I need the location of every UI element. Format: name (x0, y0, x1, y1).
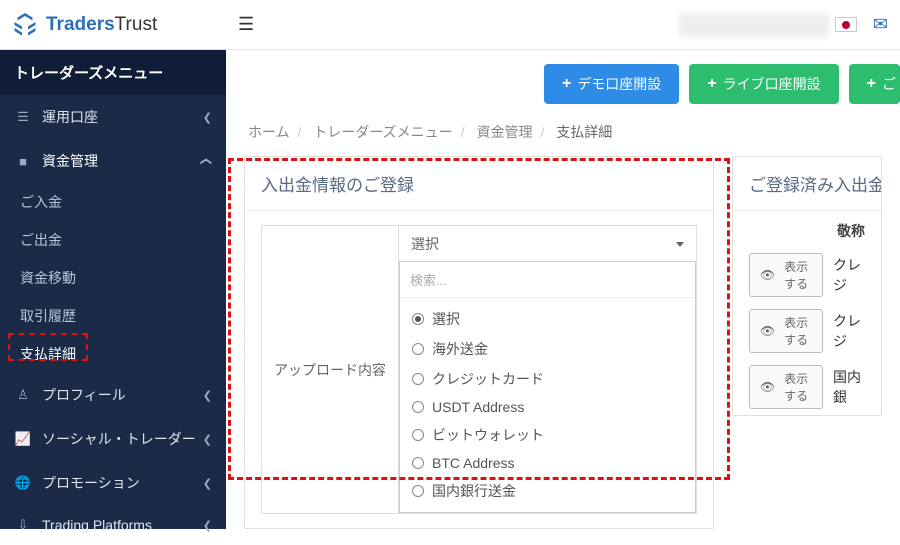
option-credit[interactable]: クレジットカード (410, 364, 685, 394)
sidebar-item-label: ソーシャル・トレーダー (42, 429, 196, 449)
user-name-blurred[interactable] (679, 13, 829, 37)
registered-row: 👁表示する クレジ (733, 247, 881, 303)
chevron-left-icon: ❮ (203, 519, 212, 532)
mail-icon[interactable]: ✉ (873, 14, 888, 35)
wallet-icon: ■ (14, 154, 32, 169)
sub-item-deposit[interactable]: ご入金 (0, 183, 226, 221)
breadcrumb-item[interactable]: 資金管理 (476, 124, 532, 140)
upload-type-label: アップロード内容 (261, 225, 398, 514)
radio-icon (412, 401, 424, 413)
register-payment-panel: 入出金情報のご登録 アップロード内容 選択 検索... (244, 156, 714, 529)
chevron-down-icon: ❮ (200, 156, 213, 165)
radio-icon (412, 457, 424, 469)
logo-text-light: Trust (115, 14, 158, 36)
chevron-left-icon: ❮ (203, 389, 212, 402)
show-button[interactable]: 👁表示する (749, 365, 823, 409)
sidebar-item-label: 運用口座 (42, 107, 98, 127)
chevron-left-icon: ❮ (203, 111, 212, 124)
submenu-funds: ご入金 ご出金 資金移動 取引履歴 支払詳細 (0, 183, 226, 373)
sidebar-item-label: Trading Platforms (42, 517, 152, 533)
option-usdt[interactable]: USDT Address (410, 394, 685, 420)
plus-icon: + (707, 75, 716, 93)
search-placeholder: 検索... (410, 273, 447, 288)
sidebar-item-label: 資金管理 (42, 151, 98, 171)
option-domestic[interactable]: 国内銀行送金 (410, 476, 685, 506)
row-text: クレジ (833, 255, 865, 295)
logo[interactable]: TradersTrust (0, 0, 226, 50)
show-button[interactable]: 👁表示する (749, 253, 823, 297)
plus-icon: + (562, 75, 571, 93)
sidebar-item-promo[interactable]: 🌐 プロモーション ❮ (0, 461, 226, 505)
option-select[interactable]: 選択 (410, 304, 685, 334)
logo-text-bold: Traders (46, 14, 115, 36)
show-button[interactable]: 👁表示する (749, 309, 823, 353)
sidebar-item-accounts[interactable]: ☰ 運用口座 ❮ (0, 95, 226, 139)
sidebar-item-platforms[interactable]: ⇩ Trading Platforms ❮ (0, 505, 226, 545)
upload-type-select[interactable]: 選択 検索... 選択 海外送金 クレジットカード USDT Add (398, 225, 697, 514)
sub-item-payment-details[interactable]: 支払詳細 (0, 335, 226, 373)
caret-down-icon (676, 242, 684, 247)
eye-icon: 👁 (760, 268, 775, 282)
radio-icon (412, 429, 424, 441)
user-icon: ♙ (14, 387, 32, 403)
sidebar-item-profile[interactable]: ♙ プロフィール ❮ (0, 373, 226, 417)
panel-title: ご登録済み入出金 (733, 157, 881, 211)
option-overseas[interactable]: 海外送金 (410, 334, 685, 364)
select-dropdown: 検索... 選択 海外送金 クレジットカード USDT Address ビットウ… (399, 261, 696, 513)
registered-row: 👁表示する クレジ (733, 303, 881, 359)
deposit-button-partial[interactable]: +ご (849, 64, 900, 104)
sub-item-withdraw[interactable]: ご出金 (0, 221, 226, 259)
globe-icon: 🌐 (14, 475, 32, 491)
radio-icon (412, 343, 424, 355)
content: +デモ口座開設 +ライブ口座開設 +ご ホーム/ トレーダーズメニュー/ 資金管… (226, 50, 900, 529)
chevron-left-icon: ❮ (203, 477, 212, 490)
flag-jp-icon[interactable] (835, 17, 857, 32)
registered-payments-panel: ご登録済み入出金 敬称 👁表示する クレジ 👁表示する クレジ 👁表示する 国内… (732, 156, 882, 416)
panel-title: 入出金情報のご登録 (245, 157, 713, 211)
breadcrumb-current: 支払詳細 (556, 124, 612, 140)
hamburger-icon[interactable]: ☰ (238, 14, 254, 35)
sidebar-item-social[interactable]: 📈 ソーシャル・トレーダー ❮ (0, 417, 226, 461)
dropdown-search[interactable]: 検索... (400, 262, 695, 298)
list-icon: ☰ (14, 109, 32, 125)
option-bitwallet[interactable]: ビットウォレット (410, 420, 685, 450)
row-text: クレジ (833, 311, 865, 351)
open-demo-button[interactable]: +デモ口座開設 (544, 64, 679, 104)
sidebar-item-label: プロフィール (42, 385, 126, 405)
eye-icon: 👁 (760, 380, 775, 394)
sub-item-history[interactable]: 取引履歴 (0, 297, 226, 335)
breadcrumb: ホーム/ トレーダーズメニュー/ 資金管理/ 支払詳細 (244, 122, 882, 142)
chevron-left-icon: ❮ (203, 433, 212, 446)
logo-icon (10, 10, 40, 40)
menu-title: トレーダーズメニュー (0, 50, 226, 95)
breadcrumb-item[interactable]: ホーム (248, 124, 290, 140)
chart-icon: 📈 (14, 431, 32, 447)
column-header: 敬称 (733, 211, 881, 247)
option-btc[interactable]: BTC Address (410, 450, 685, 476)
topbar: ☰ ✉ (226, 0, 900, 50)
eye-icon: 👁 (760, 324, 775, 338)
sub-item-transfer[interactable]: 資金移動 (0, 259, 226, 297)
breadcrumb-item[interactable]: トレーダーズメニュー (313, 124, 452, 140)
plus-icon: + (867, 75, 876, 93)
sidebar-item-label: プロモーション (42, 473, 140, 493)
registered-row: 👁表示する 国内銀 (733, 359, 881, 415)
radio-icon (412, 373, 424, 385)
radio-icon (412, 313, 424, 325)
action-buttons: +デモ口座開設 +ライブ口座開設 +ご (244, 64, 882, 104)
sidebar: TradersTrust トレーダーズメニュー ☰ 運用口座 ❮ ■ 資金管理 … (0, 0, 226, 529)
radio-icon (412, 485, 424, 497)
sidebar-item-funds[interactable]: ■ 資金管理 ❮ (0, 139, 226, 183)
download-icon: ⇩ (14, 517, 32, 533)
open-live-button[interactable]: +ライブ口座開設 (689, 64, 838, 104)
select-value: 選択 (411, 234, 439, 254)
row-text: 国内銀 (833, 367, 865, 407)
